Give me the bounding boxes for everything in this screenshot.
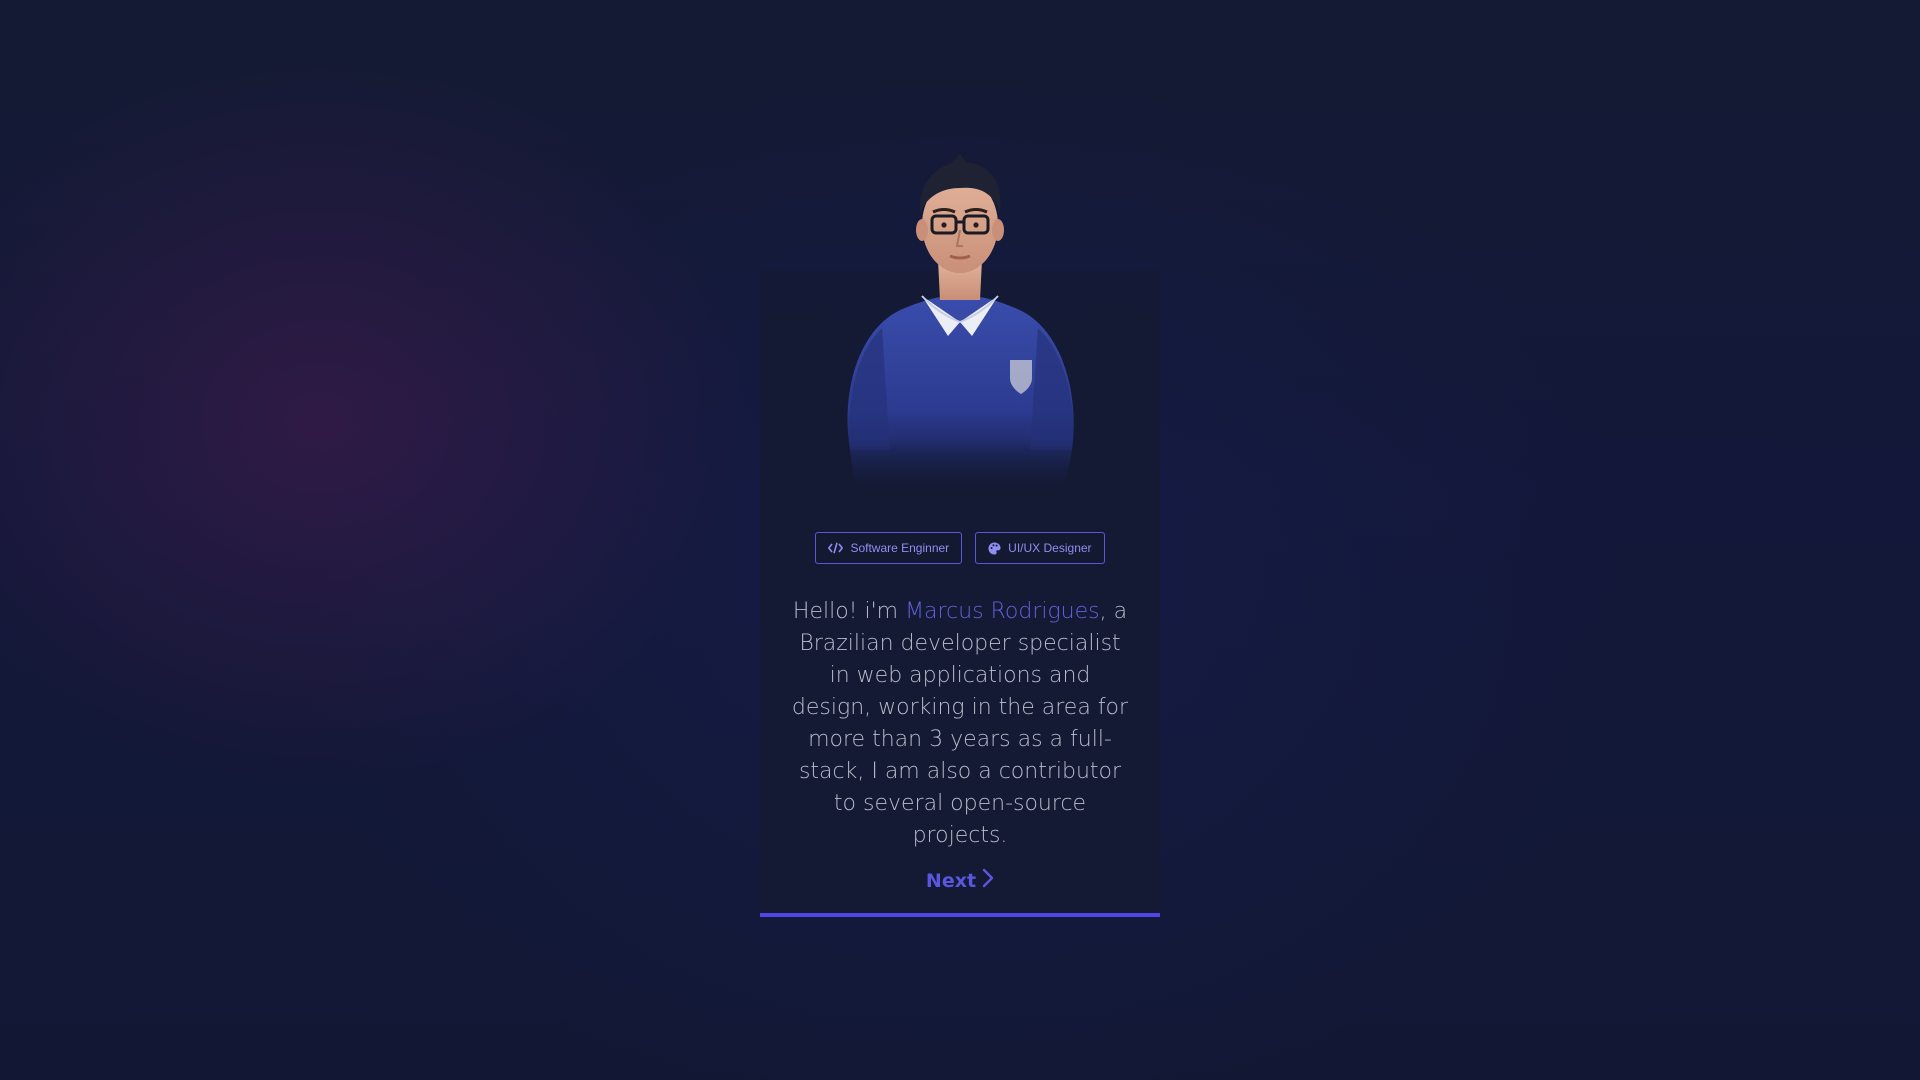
next-label: Next bbox=[925, 869, 977, 892]
bio-suffix: , a Brazilian developer specialist in we… bbox=[791, 599, 1129, 848]
next-container: Next bbox=[760, 868, 1160, 893]
role-tags: Software Enginner UI/UX Designer bbox=[760, 532, 1160, 564]
next-button[interactable]: Next bbox=[926, 868, 994, 893]
bio-text: Hello! i'm Marcus Rodrigues, a Brazilian… bbox=[790, 596, 1130, 852]
bio-prefix: Hello! i'm bbox=[792, 599, 906, 624]
avatar bbox=[810, 150, 1110, 490]
palette-icon bbox=[988, 542, 1001, 555]
code-icon bbox=[828, 542, 844, 554]
tag-label: Software Enginner bbox=[850, 541, 950, 555]
bio-name: Marcus Rodrigues bbox=[905, 599, 1100, 624]
tag-label: UI/UX Designer bbox=[1008, 541, 1092, 555]
card-accent-bar bbox=[760, 913, 1160, 917]
tag-software-engineer: Software Enginner bbox=[815, 532, 963, 564]
tag-ui-ux-designer: UI/UX Designer bbox=[975, 532, 1105, 564]
chevron-right-icon bbox=[982, 868, 994, 893]
